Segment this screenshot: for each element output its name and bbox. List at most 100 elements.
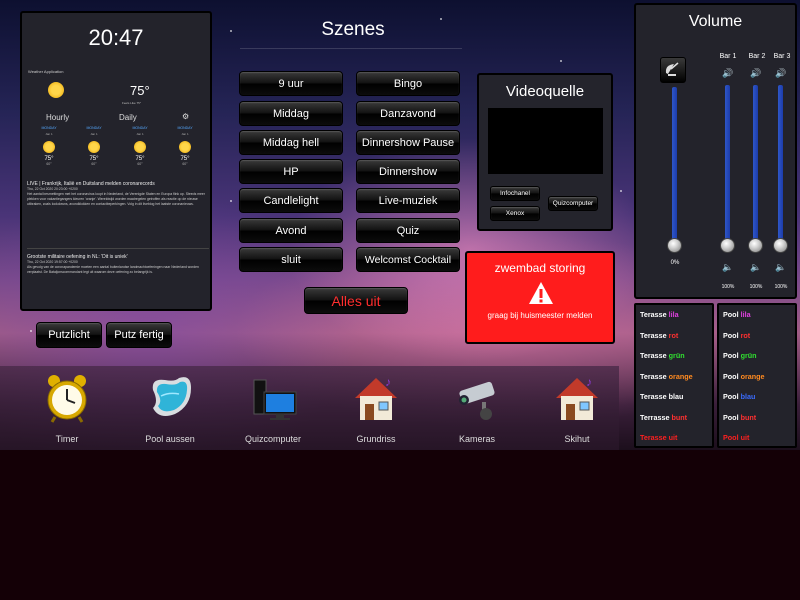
cleaning-light-button[interactable]: Putzlicht bbox=[36, 322, 102, 348]
main-volume-knob[interactable] bbox=[667, 238, 682, 253]
scene-live-muziek-button[interactable]: Live-muziek bbox=[356, 188, 460, 213]
bar-2-volume-knob[interactable] bbox=[748, 238, 763, 253]
news-item[interactable]: Grootste militaire oefening in NL: 'Dit … bbox=[27, 254, 209, 275]
weather-widget: 20:47 Weather Application 75° Feels Like… bbox=[20, 11, 212, 311]
pool-rot-button[interactable]: Pool rot bbox=[723, 331, 750, 340]
sun-icon bbox=[43, 141, 55, 153]
terrace-prefix: Terasse bbox=[640, 371, 669, 381]
tab-hourly[interactable]: Hourly bbox=[46, 113, 69, 122]
scene-welcomst-cocktail-button[interactable]: Welcomst Cocktail bbox=[356, 247, 460, 272]
scene-candlelight-button[interactable]: Candlelight bbox=[239, 188, 343, 213]
news-item[interactable]: LIVE | Frankrijk, Italië en Duitsland me… bbox=[27, 181, 209, 207]
pool-orange-button[interactable]: Pool orange bbox=[723, 372, 765, 381]
floorplan-shortcut[interactable]: ♪ Grundriss bbox=[331, 366, 421, 450]
camera-icon bbox=[459, 381, 495, 420]
scene-hp-button[interactable]: HP bbox=[239, 159, 343, 184]
quizcomputer-source-button[interactable]: Quizcomputer bbox=[548, 196, 598, 211]
forecast-date: Jan 1 bbox=[45, 132, 53, 136]
video-source-panel: Videoquelle Infochanel Xenox Quizcompute… bbox=[477, 73, 613, 231]
scene-sluit-button[interactable]: sluit bbox=[239, 247, 343, 272]
infochanel-button[interactable]: Infochanel bbox=[490, 186, 540, 201]
timer-shortcut[interactable]: Timer bbox=[22, 366, 112, 450]
terrace-rot-button[interactable]: Terasse rot bbox=[640, 331, 678, 340]
terrace-blau-button[interactable]: Terasse blau bbox=[640, 392, 683, 401]
alert-title: zwembad storing bbox=[494, 261, 586, 275]
pool-uit-button[interactable]: Pool uit bbox=[723, 433, 749, 442]
gear-icon[interactable]: ⚙ bbox=[182, 112, 189, 121]
sun-icon bbox=[179, 141, 191, 153]
forecast-day: MONDAY Jan 1 75° 60° bbox=[125, 126, 155, 166]
current-temperature: 75° bbox=[130, 83, 150, 98]
terrace-grün-button[interactable]: Terasse grün bbox=[640, 351, 685, 360]
forecast-low: 60° bbox=[137, 162, 143, 166]
scene-9-uur-button[interactable]: 9 uur bbox=[239, 71, 343, 96]
bar-3-volume-track[interactable] bbox=[778, 85, 783, 241]
bar-1-label: Bar 1 bbox=[719, 53, 737, 60]
bar-2-label: Bar 2 bbox=[748, 53, 766, 60]
forecast-date: Jan 1 bbox=[181, 132, 189, 136]
house-icon: ♪ bbox=[556, 375, 598, 420]
pool-fault-alert[interactable]: zwembad storing graag bij huismeester me… bbox=[465, 251, 615, 344]
speaker-down-icon[interactable]: 🔈 bbox=[775, 262, 787, 272]
svg-text:♪: ♪ bbox=[385, 375, 391, 389]
scene-danzavond-button[interactable]: Danzavond bbox=[356, 101, 460, 126]
satellite-dish-icon[interactable] bbox=[660, 57, 686, 83]
xenox-button[interactable]: Xenox bbox=[490, 206, 540, 221]
pool-prefix: Pool bbox=[723, 330, 741, 340]
forecast-day-name: MONDAY bbox=[86, 126, 102, 130]
cleaning-done-button[interactable]: Putz fertig bbox=[106, 322, 172, 348]
pool-bunt-button[interactable]: Pool bunt bbox=[723, 413, 756, 422]
all-off-button[interactable]: Alles uit bbox=[304, 287, 408, 314]
scene-middag-button[interactable]: Middag bbox=[239, 101, 343, 126]
house-icon: ♪ bbox=[355, 375, 397, 420]
quizcomputer-shortcut[interactable]: Quizcomputer bbox=[228, 366, 318, 450]
speaker-up-icon[interactable]: 🔊 bbox=[750, 68, 762, 78]
bar-1-volume-level: 100% bbox=[721, 284, 735, 290]
speaker-up-icon[interactable]: 🔊 bbox=[775, 68, 787, 78]
pool-prefix: Pool bbox=[723, 412, 741, 422]
terrace-light-panel: Terasse lila Terasse rot Terasse grün Teras… bbox=[634, 303, 714, 448]
scene-dinnershow-button[interactable]: Dinnershow bbox=[356, 159, 460, 184]
speaker-down-icon[interactable]: 🔈 bbox=[750, 262, 762, 272]
forecast-day-name: MONDAY bbox=[41, 126, 57, 130]
cameras-shortcut[interactable]: Kameras bbox=[432, 366, 522, 450]
pool-color-word: rot bbox=[740, 330, 751, 340]
forecast-date: Jan 1 bbox=[90, 132, 98, 136]
terrace-color-word: uit bbox=[668, 433, 678, 442]
pool-grün-button[interactable]: Pool grün bbox=[723, 351, 757, 360]
terrace-lila-button[interactable]: Terasse lila bbox=[640, 310, 679, 319]
feels-like: Feels Like 75° bbox=[122, 101, 142, 105]
video-preview bbox=[488, 108, 603, 174]
scene-avond-button[interactable]: Avond bbox=[239, 218, 343, 243]
sun-icon bbox=[134, 141, 146, 153]
sun-icon bbox=[48, 82, 64, 98]
scene-quiz-button[interactable]: Quiz bbox=[356, 218, 460, 243]
scene-middag-hell-button[interactable]: Middag hell bbox=[239, 130, 343, 155]
pool-prefix: Pool bbox=[723, 351, 741, 360]
terrace-orange-button[interactable]: Terasse orange bbox=[640, 372, 693, 381]
bar-3-label: Bar 3 bbox=[773, 53, 791, 60]
terrace-uit-button[interactable]: Terasse uit bbox=[640, 433, 677, 442]
scene-dinnershow-pause-button[interactable]: Dinnershow Pause bbox=[356, 130, 460, 155]
bar-2-volume-track[interactable] bbox=[753, 85, 758, 241]
pool-prefix: Pool bbox=[723, 371, 741, 381]
pool-blau-button[interactable]: Pool blau bbox=[723, 392, 755, 401]
skihut-shortcut[interactable]: ♪ Skihut bbox=[532, 366, 622, 450]
speaker-down-icon[interactable]: 🔈 bbox=[722, 262, 734, 272]
speaker-up-icon[interactable]: 🔊 bbox=[722, 68, 734, 78]
pool-prefix: Pool bbox=[723, 433, 741, 442]
pool-prefix: Pool bbox=[723, 392, 741, 401]
main-volume-level: 0% bbox=[670, 260, 680, 266]
terrace-prefix: Terasse bbox=[640, 310, 669, 319]
scene-bingo-button[interactable]: Bingo bbox=[356, 71, 460, 96]
pool-outside-shortcut[interactable]: Pool aussen bbox=[125, 366, 215, 450]
pool-color-word: grün bbox=[740, 351, 757, 360]
terrace-bunt-button[interactable]: Terrasse bunt bbox=[640, 413, 687, 422]
bar-3-volume-knob[interactable] bbox=[773, 238, 788, 253]
main-volume-track[interactable] bbox=[672, 87, 677, 241]
bar-1-volume-knob[interactable] bbox=[720, 238, 735, 253]
tab-daily[interactable]: Daily bbox=[119, 113, 137, 122]
pool-lila-button[interactable]: Pool lila bbox=[723, 310, 751, 319]
news-body: Het aantal besmettingen met het coronavi… bbox=[27, 192, 205, 206]
bar-1-volume-track[interactable] bbox=[725, 85, 730, 241]
